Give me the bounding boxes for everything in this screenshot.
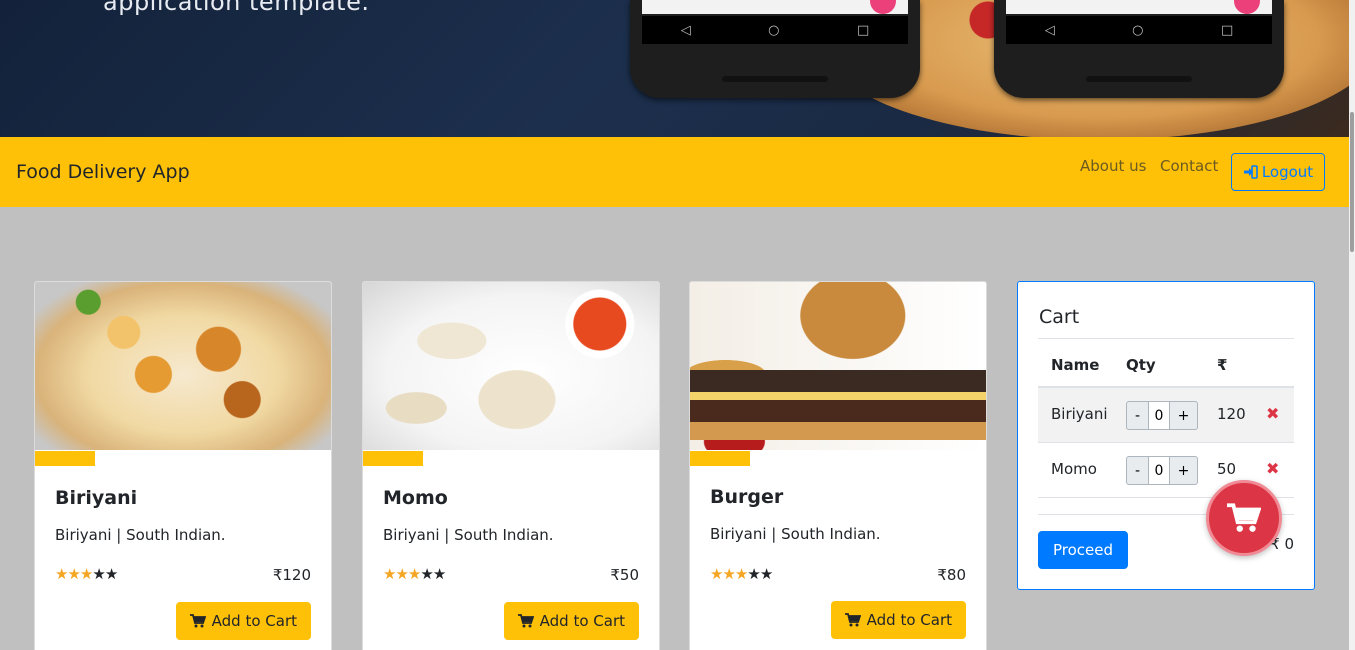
quantity-input[interactable] — [1149, 456, 1169, 485]
header-price: ₹ — [1217, 356, 1228, 374]
star-empty-icon: ★ — [432, 565, 446, 583]
product-title: Momo — [383, 487, 448, 509]
product-card-burger: Burger Biriyani | South Indian. ★★★★★ ₹8… — [689, 281, 987, 650]
sign-in-icon — [1243, 165, 1258, 179]
rating-stars: ★★★★★ — [383, 565, 446, 583]
hero-text: application template. — [103, 0, 370, 16]
star-filled-icon: ★ — [67, 565, 80, 583]
quantity-stepper: - + — [1126, 456, 1198, 485]
star-filled-icon: ★ — [79, 565, 93, 583]
scrollbar-thumb[interactable] — [1350, 112, 1354, 252]
logout-label: Logout — [1261, 163, 1314, 181]
home-icon: ○ — [768, 22, 780, 38]
recents-icon: □ — [1220, 22, 1234, 38]
nav-link-contact[interactable]: Contact — [1160, 157, 1218, 175]
quantity-input[interactable] — [1149, 401, 1169, 430]
star-filled-icon: ★ — [722, 565, 735, 583]
cart-title: Cart — [1039, 306, 1080, 328]
recents-icon: □ — [856, 22, 870, 38]
phone-nav-bar: ◁ ○ □ — [1006, 16, 1272, 44]
shopping-cart-icon — [1227, 503, 1261, 532]
cart-item-price: 120 — [1217, 405, 1246, 423]
page-scrollbar[interactable] — [1349, 0, 1355, 650]
phone-mockup: ◁ ○ □ — [630, 0, 920, 98]
brand-title[interactable]: Food Delivery App — [16, 161, 190, 183]
star-filled-icon: ★ — [407, 565, 421, 583]
divider — [1038, 338, 1294, 339]
rating-stars: ★★★★★ — [710, 565, 773, 583]
cart-table: Name Qty ₹ Biriyani - + 120 ✖ Momo - + 5… — [1038, 340, 1294, 498]
add-to-cart-button[interactable]: Add to Cart — [175, 602, 311, 640]
quantity-stepper: - + — [1126, 401, 1198, 430]
decrement-button[interactable]: - — [1126, 401, 1149, 430]
biriyani-image — [35, 282, 331, 450]
product-title: Burger — [710, 486, 784, 508]
product-description: Biriyani | South Indian. — [710, 525, 881, 543]
star-empty-icon: ★ — [104, 565, 118, 583]
header-qty: Qty — [1126, 356, 1156, 374]
card-accent-bar — [363, 451, 423, 466]
rating-stars: ★★★★★ — [55, 565, 118, 583]
star-filled-icon: ★ — [395, 565, 408, 583]
top-navbar: Food Delivery App About us Contact Logou… — [0, 137, 1349, 207]
product-description: Biriyani | South Indian. — [383, 526, 554, 544]
phone-mockup: ◁ ○ □ — [994, 0, 1284, 98]
hero-banner: application template. ◁ ○ □ ◁ ○ □ — [0, 0, 1349, 137]
star-filled-icon: ★ — [734, 565, 748, 583]
remove-icon[interactable]: ✖ — [1266, 404, 1279, 423]
product-title: Biriyani — [55, 487, 138, 509]
cart-row: Biriyani - + 120 ✖ — [1038, 388, 1294, 443]
product-price: ₹80 — [937, 566, 966, 584]
floating-cart-button[interactable] — [1206, 480, 1282, 556]
back-icon: ◁ — [1044, 22, 1055, 38]
star-empty-icon: ★ — [420, 565, 433, 583]
card-accent-bar — [690, 451, 750, 466]
cart-item-name: Biriyani — [1051, 405, 1108, 423]
nav-link-about[interactable]: About us — [1080, 157, 1146, 175]
decrement-button[interactable]: - — [1126, 456, 1149, 485]
product-card-momo: Momo Biriyani | South Indian. ★★★★★ ₹50 … — [362, 281, 660, 650]
add-to-cart-button[interactable]: Add to Cart — [503, 602, 639, 640]
star-empty-icon: ★ — [92, 565, 105, 583]
star-empty-icon: ★ — [759, 565, 773, 583]
star-empty-icon: ★ — [747, 565, 760, 583]
add-to-cart-button[interactable]: Add to Cart — [830, 601, 966, 639]
star-filled-icon: ★ — [383, 565, 396, 583]
shopping-cart-icon — [517, 614, 534, 628]
header-name: Name — [1051, 356, 1100, 374]
star-filled-icon: ★ — [55, 565, 68, 583]
shopping-cart-icon — [844, 613, 861, 627]
phone-nav-bar: ◁ ○ □ — [642, 16, 908, 44]
back-icon: ◁ — [680, 22, 691, 38]
increment-button[interactable]: + — [1169, 456, 1198, 485]
star-filled-icon: ★ — [710, 565, 723, 583]
card-accent-bar — [35, 451, 95, 466]
product-price: ₹120 — [272, 566, 311, 584]
cart-item-name: Momo — [1051, 460, 1097, 478]
cart-item-price: 50 — [1217, 460, 1237, 478]
proceed-button[interactable]: Proceed — [1038, 531, 1129, 569]
increment-button[interactable]: + — [1169, 401, 1198, 430]
remove-icon[interactable]: ✖ — [1266, 459, 1279, 478]
burger-image — [690, 282, 986, 450]
shopping-cart-icon — [189, 614, 206, 628]
cart-table-header: Name Qty ₹ — [1038, 340, 1294, 388]
product-price: ₹50 — [610, 566, 639, 584]
home-icon: ○ — [1132, 22, 1144, 38]
logout-button[interactable]: Logout — [1231, 153, 1325, 191]
product-card-biriyani: Biriyani Biriyani | South Indian. ★★★★★ … — [34, 281, 332, 650]
product-description: Biriyani | South Indian. — [55, 526, 226, 544]
momo-image — [363, 282, 659, 450]
